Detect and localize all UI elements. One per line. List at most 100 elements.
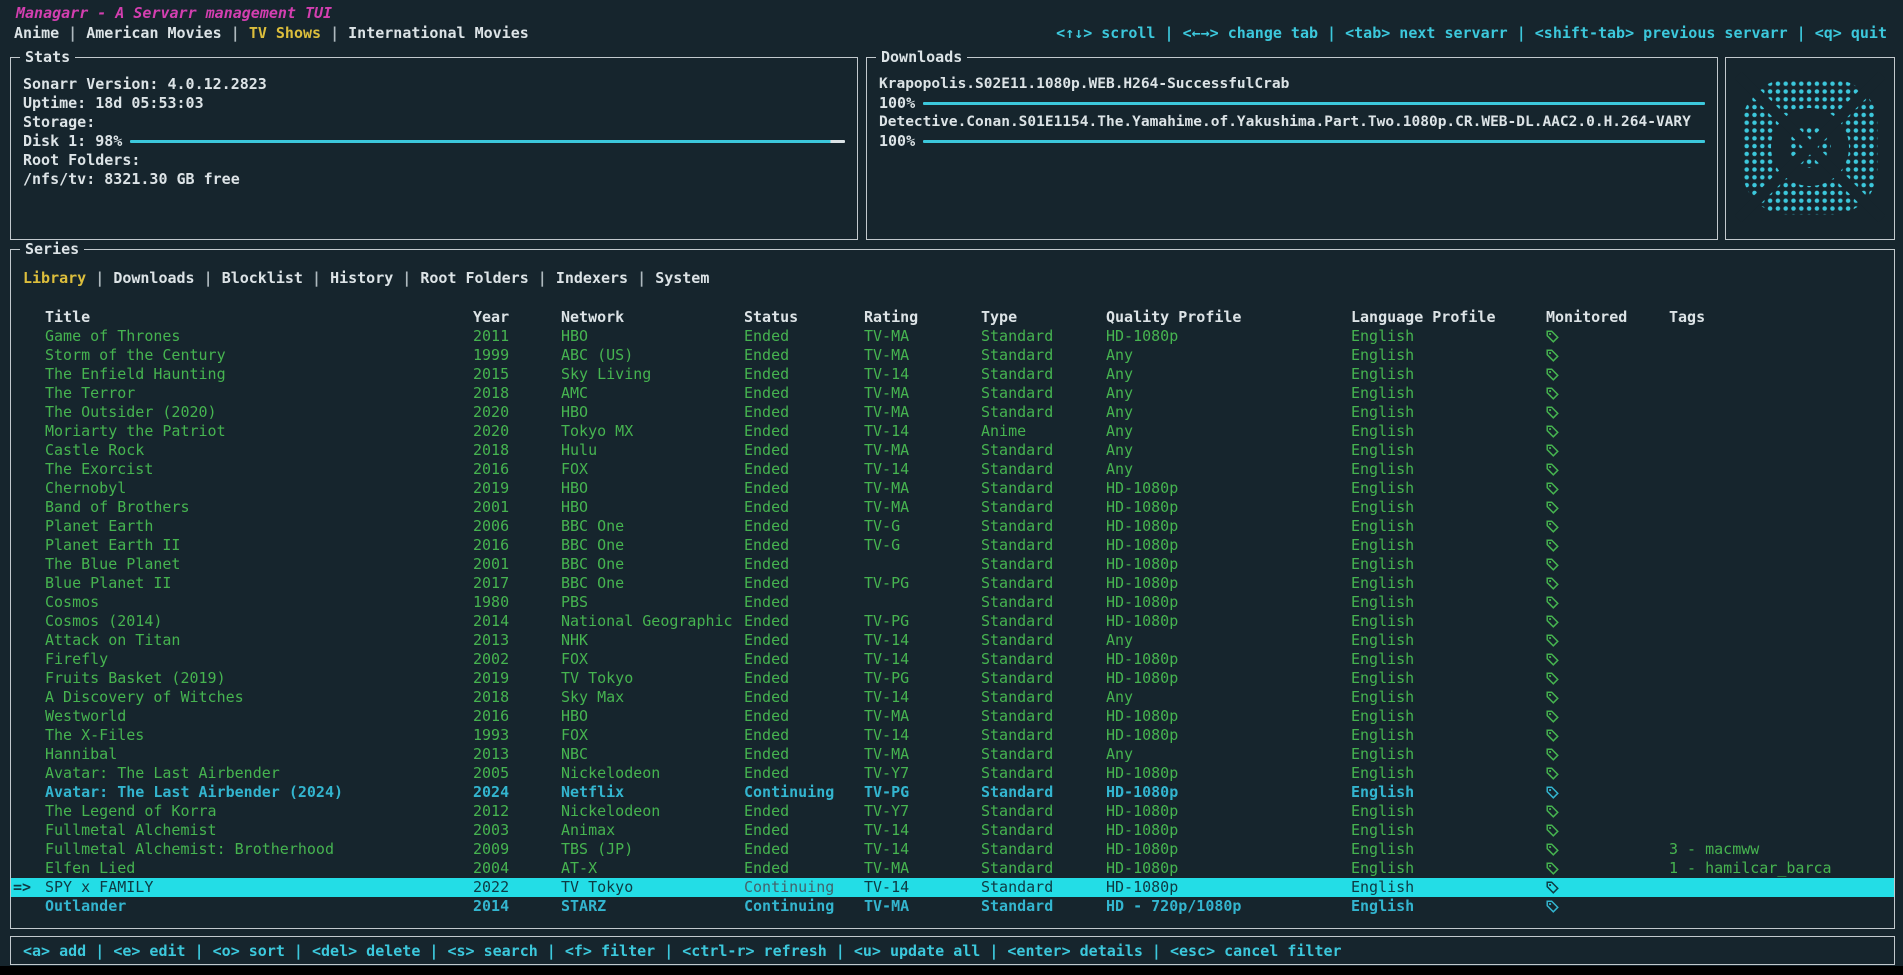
cell-year: 2018 [473,441,561,460]
cell-status: Ended [744,422,864,441]
series-row-firefly[interactable]: Firefly2002FOXEndedTV-14StandardHD-1080p… [11,650,1894,669]
monitored-tag-icon [1546,786,1559,799]
series-row-fullmetal-alchemist-brotherhood[interactable]: Fullmetal Alchemist: Brotherhood2009TBS … [11,840,1894,859]
series-row-castle-rock[interactable]: Castle Rock2018HuluEndedTV-MAStandardAny… [11,441,1894,460]
series-row-a-discovery-of-witches[interactable]: A Discovery of Witches2018Sky MaxEndedTV… [11,688,1894,707]
monitored-tag-icon [1546,539,1559,552]
cell-quality-profile: HD-1080p [1106,536,1351,555]
series-row-spy-x-family[interactable]: =>SPY x FAMILY2022TV TokyoContinuingTV-1… [11,878,1894,897]
hint-separator: | [1508,24,1535,42]
monitored-tag-icon [1546,482,1559,495]
cell-status: Ended [744,631,864,650]
series-tab-indexers[interactable]: Indexers [556,269,628,287]
series-row-avatar-the-last-airbender[interactable]: Avatar: The Last Airbender2005Nickelodeo… [11,764,1894,783]
tab-anime[interactable]: Anime [14,24,59,42]
series-row-the-outsider-2020[interactable]: The Outsider (2020)2020HBOEndedTV-MAStan… [11,403,1894,422]
monitored-tag-icon [1546,729,1559,742]
series-row-hannibal[interactable]: Hannibal2013NBCEndedTV-MAStandardAnyEngl… [11,745,1894,764]
monitored-tag-icon [1546,349,1559,362]
series-row-the-exorcist[interactable]: The Exorcist2016FOXEndedTV-14StandardAny… [11,460,1894,479]
series-row-blue-planet-ii[interactable]: Blue Planet II2017BBC OneEndedTV-PGStand… [11,574,1894,593]
cell-title: The Outsider (2020) [45,403,473,422]
monitored-tag-icon [1546,558,1559,571]
series-tab-history[interactable]: History [330,269,393,287]
sonarr-version-line: Sonarr Version: 4.0.12.2823 [23,75,845,94]
cell-language-profile: English [1351,365,1546,384]
cell-rating: TV-MA [864,897,981,916]
cell-quality-profile: Any [1106,460,1351,479]
tab-separator: | [628,269,655,287]
cell-network: AMC [561,384,744,403]
series-row-the-terror[interactable]: The Terror2018AMCEndedTV-MAStandardAnyEn… [11,384,1894,403]
cell-network: TV Tokyo [561,669,744,688]
cell-title: Attack on Titan [45,631,473,650]
column-header-monitored: Monitored [1546,308,1669,327]
series-tab-system[interactable]: System [655,269,709,287]
cell-rating: TV-14 [864,878,981,897]
cell-rating: TV-MA [864,498,981,517]
cell-rating: TV-MA [864,859,981,878]
series-row-fruits-basket-2019[interactable]: Fruits Basket (2019)2019TV TokyoEndedTV-… [11,669,1894,688]
series-row-planet-earth[interactable]: Planet Earth2006BBC OneEndedTV-GStandard… [11,517,1894,536]
cell-type: Standard [981,555,1106,574]
series-row-the-blue-planet[interactable]: The Blue Planet2001BBC OneEndedStandardH… [11,555,1894,574]
series-row-fullmetal-alchemist[interactable]: Fullmetal Alchemist2003AnimaxEndedTV-14S… [11,821,1894,840]
series-tab-library[interactable]: Library [23,269,86,287]
series-row-moriarty-the-patriot[interactable]: Moriarty the Patriot2020Tokyo MXEndedTV-… [11,422,1894,441]
cell-status: Ended [744,745,864,764]
tab-american-movies[interactable]: American Movies [86,24,221,42]
series-row-outlander[interactable]: Outlander2014STARZContinuingTV-MAStandar… [11,897,1894,916]
cell-language-profile: English [1351,764,1546,783]
column-header-network: Network [561,308,744,327]
cell-rating: TV-14 [864,365,981,384]
cell-language-profile: English [1351,688,1546,707]
cell-network: Nickelodeon [561,802,744,821]
cell-network: FOX [561,650,744,669]
cell-monitored [1546,444,1669,457]
hint-separator: | [420,942,447,960]
cell-rating: TV-PG [864,669,981,688]
cell-year: 2009 [473,840,561,859]
series-tab-root-folders[interactable]: Root Folders [420,269,528,287]
cell-quality-profile: HD-1080p [1106,859,1351,878]
monitored-tag-icon [1546,501,1559,514]
series-row-storm-of-the-century[interactable]: Storm of the Century1999ABC (US)EndedTV-… [11,346,1894,365]
series-row-chernobyl[interactable]: Chernobyl2019HBOEndedTV-MAStandardHD-108… [11,479,1894,498]
cell-network: Sky Living [561,365,744,384]
series-row-westworld[interactable]: Westworld2016HBOEndedTV-MAStandardHD-108… [11,707,1894,726]
series-row-band-of-brothers[interactable]: Band of Brothers2001HBOEndedTV-MAStandar… [11,498,1894,517]
column-header-quality-profile: Quality Profile [1106,308,1351,327]
cell-type: Anime [981,422,1106,441]
series-row-the-x-files[interactable]: The X-Files1993FOXEndedTV-14StandardHD-1… [11,726,1894,745]
cell-language-profile: English [1351,441,1546,460]
series-row-planet-earth-ii[interactable]: Planet Earth II2016BBC OneEndedTV-GStand… [11,536,1894,555]
cell-language-profile: English [1351,802,1546,821]
cell-network: BBC One [561,555,744,574]
tab-tv-shows[interactable]: TV Shows [249,24,321,42]
key-hint: <tab> next servarr [1345,24,1508,42]
series-tab-downloads[interactable]: Downloads [113,269,194,287]
cell-status: Ended [744,669,864,688]
cell-language-profile: English [1351,460,1546,479]
tab-separator: | [393,269,420,287]
series-row-cosmos[interactable]: Cosmos1980PBSEndedStandardHD-1080pEnglis… [11,593,1894,612]
series-tab-blocklist[interactable]: Blocklist [222,269,303,287]
series-row-the-enfield-haunting[interactable]: The Enfield Haunting2015Sky LivingEndedT… [11,365,1894,384]
cell-type: Standard [981,821,1106,840]
monitored-tag-icon [1546,862,1559,875]
series-row-cosmos-2014[interactable]: Cosmos (2014)2014National GeographicEnde… [11,612,1894,631]
key-hint: <shift-tab> previous servarr [1535,24,1788,42]
series-row-attack-on-titan[interactable]: Attack on Titan2013NHKEndedTV-14Standard… [11,631,1894,650]
managarr-app: Managarr - A Servarr management TUI Anim… [0,0,1903,975]
download-progress-row: 100% [879,132,1705,151]
series-row-the-legend-of-korra[interactable]: The Legend of Korra2012NickelodeonEndedT… [11,802,1894,821]
cell-status: Ended [744,593,864,612]
cell-tags: 3 - macmww [1669,840,1894,859]
monitored-tag-icon [1546,881,1559,894]
cell-network: STARZ [561,897,744,916]
series-row-game-of-thrones[interactable]: Game of Thrones2011HBOEndedTV-MAStandard… [11,327,1894,346]
series-row-avatar-the-last-airbender-2024[interactable]: Avatar: The Last Airbender (2024)2024Net… [11,783,1894,802]
stats-panel-title: Stats [20,48,75,66]
series-row-elfen-lied[interactable]: Elfen Lied2004AT-XEndedTV-MAStandardHD-1… [11,859,1894,878]
tab-international-movies[interactable]: International Movies [348,24,529,42]
